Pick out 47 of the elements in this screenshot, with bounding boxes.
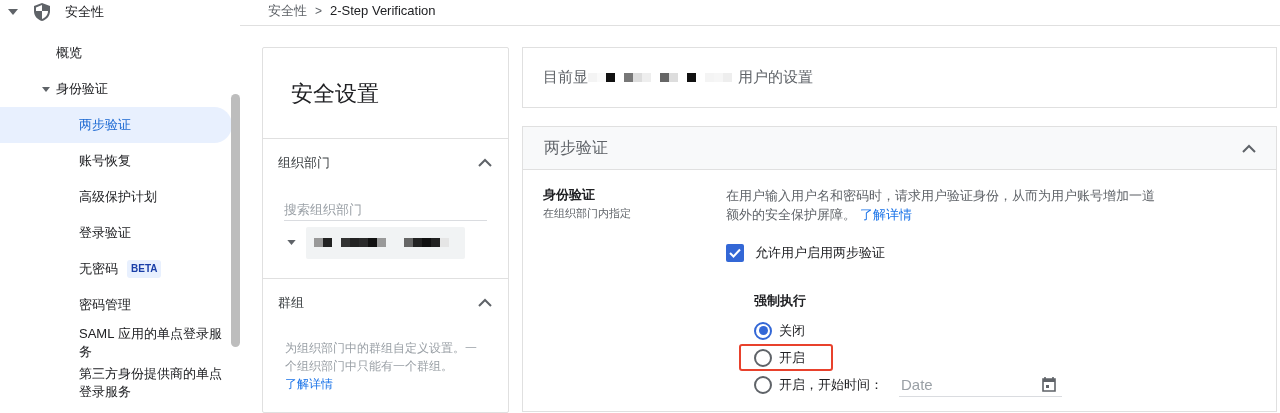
nav-item[interactable]: SAML 应用的单点登录服务 [0,323,232,363]
checkbox-label: 允许用户启用两步验证 [755,244,885,262]
nav-item[interactable]: 身份验证 [56,79,108,99]
breadcrumb-item[interactable]: 安全性 [268,0,307,21]
nav-item[interactable]: 登录验证 [0,215,232,251]
beta-badge: BETA [127,260,162,278]
learn-more-link[interactable]: 了解详情 [860,207,912,222]
radio-button[interactable] [754,348,772,367]
nav-item[interactable]: 概览 [56,43,82,63]
group-description: 为组织部门中的群组自定义设置。一个组织部门中只能有一个群组。 了解详情 [285,339,478,393]
nav-item[interactable]: 第三方身份提供商的单点登录服务 [0,363,232,403]
caret-icon[interactable] [42,86,50,92]
nav-item[interactable]: 密码管理 [0,287,232,323]
setting-sublabel: 在组织部门内指定 [543,206,632,221]
radio-button[interactable] [754,375,772,394]
section-title: 组织部门 [278,154,330,172]
caret-icon[interactable] [8,9,18,15]
setting-description: 在用户输入用户名和密码时，请求用户验证身份，从而为用户账号增加一道额外的安全保护屏障。 了解详情 [726,187,1156,224]
radio-label: 开启，开始时间： [779,375,883,394]
radio-label: 关闭 [779,321,805,340]
nav-item[interactable]: 无密码 BETA [0,251,232,287]
nav-item[interactable]: 两步验证 [0,107,232,143]
calendar-icon[interactable] [1042,376,1056,392]
shield-icon [34,3,50,21]
checkbox[interactable] [726,243,744,262]
card-title: 两步验证 [544,138,608,158]
nav-item[interactable]: 账号恢复 [0,143,232,179]
caret-icon[interactable] [287,240,296,245]
scrollbar[interactable] [231,94,240,347]
radio-label: 开启 [779,348,805,367]
group-label: 强制执行 [754,291,807,310]
chevron-icon[interactable] [478,298,492,308]
search-field[interactable]: 搜索组织部门 [284,198,487,221]
banner-text: 用户的设置 [738,67,813,88]
panel-title: 安全设置 [291,79,379,108]
learn-more-link[interactable]: 了解详情 [285,376,333,391]
section-title: 群组 [278,294,304,312]
breadcrumb-separator: > [315,2,322,20]
setting-label: 身份验证 [543,186,596,204]
breadcrumb-item: 2-Step Verification [330,1,436,20]
nav-item[interactable]: 安全性 [65,2,104,22]
banner-text: 目前显 [543,67,588,88]
chevron-icon[interactable] [1242,143,1256,153]
nav-item[interactable]: 高级保护计划 [0,179,232,215]
org-unit-item[interactable] [306,226,465,259]
chevron-icon[interactable] [478,158,492,168]
radio-button[interactable] [754,321,772,340]
